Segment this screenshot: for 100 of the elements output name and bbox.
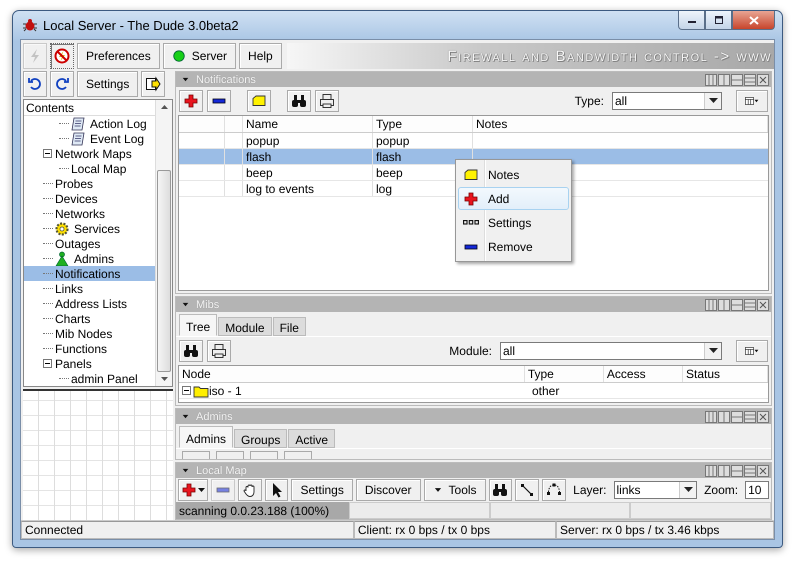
- panel-title: Local Map: [196, 464, 247, 476]
- print-button[interactable]: [207, 340, 231, 362]
- caret-icon: [181, 75, 190, 84]
- column-header[interactable]: Type: [524, 366, 604, 382]
- scrollbar[interactable]: [155, 100, 172, 386]
- split-rows-icon[interactable]: [731, 74, 743, 86]
- close-icon[interactable]: [757, 298, 769, 310]
- close-button[interactable]: [732, 11, 775, 30]
- find-button[interactable]: [179, 340, 203, 362]
- tab[interactable]: Active: [288, 429, 336, 448]
- app-icon: [22, 17, 38, 33]
- tree-item[interactable]: Charts: [24, 311, 155, 326]
- toolbar-button[interactable]: Settings: [77, 71, 138, 97]
- column-header[interactable]: Notes: [473, 116, 768, 132]
- tree-item[interactable]: Functions: [24, 341, 155, 356]
- type-dropdown[interactable]: all: [612, 92, 722, 110]
- tab[interactable]: File: [272, 317, 306, 336]
- toolbar-button[interactable]: Help: [239, 43, 282, 69]
- split-columns-icon[interactable]: [705, 74, 717, 86]
- table-row[interactable]: flash flash: [179, 149, 768, 165]
- split-rows-icon[interactable]: [744, 74, 756, 86]
- columns-menu-button[interactable]: [736, 90, 768, 112]
- table-row[interactable]: iso - 1 other: [179, 383, 768, 399]
- tree-item[interactable]: Event Log: [24, 131, 155, 146]
- column-header[interactable]: Type: [373, 116, 473, 132]
- scroll-down-icon[interactable]: [160, 377, 168, 381]
- redo-button[interactable]: [50, 71, 74, 97]
- undo-button[interactable]: [23, 71, 47, 97]
- tab[interactable]: Admins: [179, 426, 234, 448]
- tree-item[interactable]: Address Lists: [24, 296, 155, 311]
- split-columns-icon[interactable]: [705, 298, 717, 310]
- add-button[interactable]: [179, 90, 203, 112]
- close-icon[interactable]: [757, 464, 769, 476]
- disconnect-button[interactable]: [50, 43, 74, 69]
- pointer-tool-button[interactable]: [264, 479, 288, 501]
- split-rows-icon[interactable]: [731, 464, 743, 476]
- tree-item[interactable]: Mib Nodes: [24, 326, 155, 341]
- split-columns-icon[interactable]: [718, 298, 730, 310]
- split-rows-icon[interactable]: [744, 410, 756, 422]
- zoom-field[interactable]: 10: [745, 481, 769, 499]
- find-button[interactable]: [488, 479, 512, 501]
- close-icon[interactable]: [757, 410, 769, 422]
- line-tool-button[interactable]: [515, 479, 540, 501]
- module-dropdown[interactable]: all: [500, 342, 722, 360]
- tree-item[interactable]: Links: [24, 281, 155, 296]
- split-columns-icon[interactable]: [705, 464, 717, 476]
- tree-item[interactable]: Admins: [24, 251, 155, 266]
- find-button[interactable]: [287, 90, 311, 112]
- split-columns-icon[interactable]: [718, 74, 730, 86]
- exit-button[interactable]: [141, 71, 166, 97]
- tab[interactable]: Module: [218, 317, 272, 336]
- tab[interactable]: Groups: [234, 429, 288, 448]
- notes-button[interactable]: [247, 90, 271, 112]
- tree-item[interactable]: Probes: [24, 176, 155, 191]
- menu-item[interactable]: Add: [458, 187, 569, 210]
- menu-item[interactable]: Settings: [458, 211, 569, 234]
- column-header[interactable]: Access: [604, 366, 683, 382]
- remove-button[interactable]: [207, 90, 231, 112]
- layer-dropdown[interactable]: links: [614, 481, 698, 499]
- tree-item[interactable]: Local Map: [24, 161, 155, 176]
- column-header[interactable]: Node: [179, 366, 525, 382]
- print-button[interactable]: [315, 90, 339, 112]
- scroll-up-icon[interactable]: [160, 105, 168, 109]
- tree-item[interactable]: Devices: [24, 191, 155, 206]
- status-text: Connected: [21, 521, 354, 539]
- collapse-icon[interactable]: [43, 359, 52, 368]
- collapse-icon[interactable]: [182, 386, 191, 395]
- collapse-icon[interactable]: [43, 149, 52, 158]
- toolbar-button[interactable]: Settings: [291, 479, 353, 501]
- split-rows-icon[interactable]: [744, 464, 756, 476]
- toolbar-button[interactable]: Preferences: [77, 43, 160, 69]
- split-columns-icon[interactable]: [718, 464, 730, 476]
- maximize-button[interactable]: [705, 11, 732, 30]
- tools-menu-button[interactable]: Tools: [424, 479, 486, 501]
- tree-item[interactable]: Outages: [24, 236, 155, 251]
- split-columns-icon[interactable]: [718, 410, 730, 422]
- curve-tool-button[interactable]: [542, 479, 566, 501]
- tree-item[interactable]: Notifications: [24, 266, 155, 281]
- column-header[interactable]: Name: [243, 116, 373, 132]
- tree-item[interactable]: Panels: [24, 356, 155, 371]
- hand-tool-button[interactable]: [238, 479, 262, 501]
- menu-item[interactable]: Remove: [458, 235, 569, 258]
- close-icon[interactable]: [757, 74, 769, 86]
- tab[interactable]: Tree: [179, 314, 218, 336]
- column-header[interactable]: Status: [682, 366, 768, 382]
- tree-item[interactable]: Networks: [24, 206, 155, 221]
- split-rows-icon[interactable]: [731, 298, 743, 310]
- tree-item[interactable]: Action Log: [24, 116, 155, 131]
- server-button[interactable]: Server: [162, 43, 236, 69]
- add-menu-button[interactable]: [178, 479, 208, 501]
- split-rows-icon[interactable]: [731, 410, 743, 422]
- dropdown-arrow-icon: [708, 348, 718, 354]
- tree-item[interactable]: admin Panel: [24, 371, 155, 386]
- split-columns-icon[interactable]: [705, 410, 717, 422]
- toolbar-button[interactable]: Discover: [356, 479, 421, 501]
- split-rows-icon[interactable]: [744, 298, 756, 310]
- tree-item[interactable]: Network Maps: [24, 146, 155, 161]
- columns-menu-button[interactable]: [736, 340, 768, 362]
- tree-item[interactable]: Services: [24, 221, 155, 236]
- minimize-button[interactable]: [678, 11, 705, 30]
